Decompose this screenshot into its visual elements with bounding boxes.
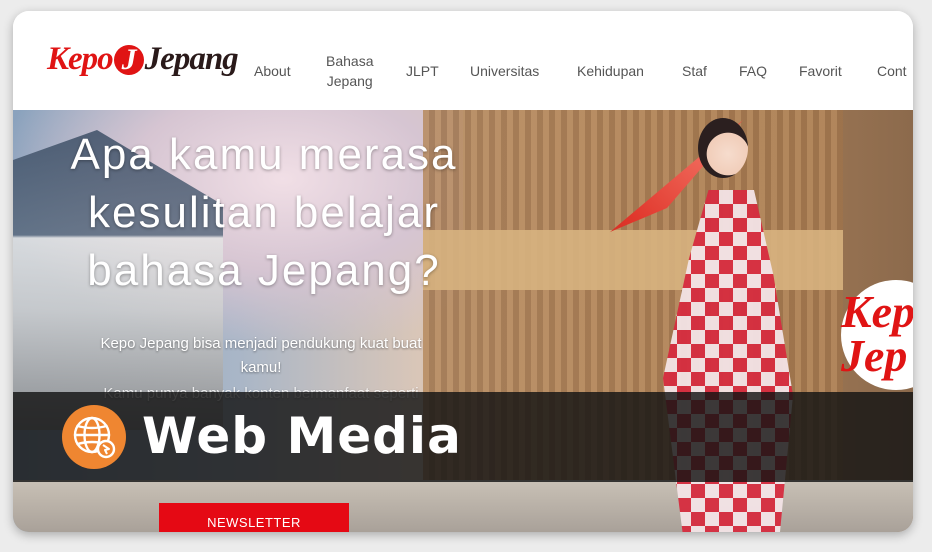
hero-headline: Apa kamu merasa kesulitan belajar bahasa… xyxy=(29,126,499,300)
badge-line2: Jep xyxy=(841,330,908,381)
nav-item-jlpt[interactable]: JLPT xyxy=(406,61,439,81)
nav-item-bahasa-jepang[interactable]: Bahasa Jepang xyxy=(326,51,373,91)
nav-item-kehidupan[interactable]: Kehidupan xyxy=(577,61,644,81)
hero-logo-badge-text: Kep Jep xyxy=(841,289,913,381)
nav-item-label-line2: Jepang xyxy=(326,73,373,89)
nav-item-label-line1: Bahasa xyxy=(326,53,374,69)
nav-item-universitas[interactable]: Universitas xyxy=(470,61,539,81)
headline-line2: kesulitan belajar xyxy=(88,188,440,237)
site-logo[interactable]: Kepo J Jepang xyxy=(47,41,239,78)
logo-circle-icon: J xyxy=(113,45,144,75)
logo-text-kepo: Kepo xyxy=(47,41,114,77)
subtext-line2: kamu! xyxy=(240,359,282,376)
subtext-line1: Kepo Jepang bisa menjadi pendukung kuat … xyxy=(100,335,422,352)
category-label: Web Media xyxy=(142,407,462,465)
hero-person-head xyxy=(698,118,748,178)
nav-item-about[interactable]: About xyxy=(254,61,291,81)
globe-icon xyxy=(62,405,126,469)
nav-item-favorit[interactable]: Favorit xyxy=(799,61,842,81)
nav-item-staf[interactable]: Staf xyxy=(682,61,707,81)
headline-line1: Apa kamu merasa xyxy=(70,130,458,179)
category-overlay-bar: Web Media xyxy=(13,392,913,482)
headline-line3: bahasa Jepang? xyxy=(87,246,441,295)
nav-item-contact[interactable]: Cont xyxy=(877,61,907,81)
site-header: Kepo J Jepang About Bahasa Jepang JLPT Uni… xyxy=(13,11,913,110)
hero-subtext: Kepo Jepang bisa menjadi pendukung kuat … xyxy=(41,332,481,380)
nav-item-faq[interactable]: FAQ xyxy=(739,61,767,81)
screenshot-card: Kepo J Jepang About Bahasa Jepang JLPT Uni… xyxy=(13,11,913,532)
logo-text-jepang: Jepang xyxy=(144,41,239,77)
newsletter-button[interactable]: NEWSLETTER xyxy=(159,503,349,532)
